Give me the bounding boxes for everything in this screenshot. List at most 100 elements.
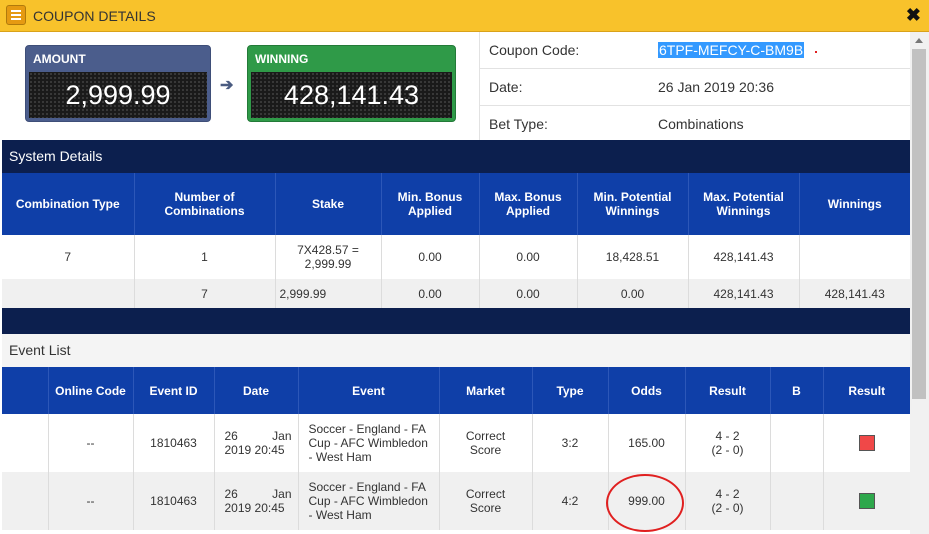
cell: 428,141.43 xyxy=(799,279,910,308)
coupon-code-label: Coupon Code: xyxy=(489,42,580,58)
online-code: -- xyxy=(48,414,134,472)
system-details-header: System Details xyxy=(2,140,910,173)
result: 4 - 2 (2 - 0) xyxy=(685,472,771,530)
list-icon xyxy=(6,5,26,25)
cell: 0.00 xyxy=(479,279,578,308)
cell: 0.00 xyxy=(479,235,578,279)
cell: 0.00 xyxy=(381,279,480,308)
odds: 165.00 xyxy=(608,414,686,472)
system-details-footer xyxy=(2,308,910,334)
date-label: Date: xyxy=(489,79,523,95)
event-list-header: Event List xyxy=(2,334,910,367)
col-event-id: Event ID xyxy=(133,367,215,414)
col-min-potential: Min. Potential Winnings xyxy=(577,173,689,235)
bet-type-value: Combinations xyxy=(658,116,744,132)
event-date: 26 Jan 2019 20:45 xyxy=(214,414,299,472)
col-market: Market xyxy=(439,367,533,414)
col-winnings: Winnings xyxy=(799,173,910,235)
cell xyxy=(799,235,910,279)
cell: 428,141.43 xyxy=(688,235,800,279)
date-rest: 2019 20:45 xyxy=(224,501,285,515)
status-cell xyxy=(823,414,910,472)
col-number-of-combinations: Number of Combinations xyxy=(134,173,276,235)
bet-type-row: Bet Type: Combinations xyxy=(480,106,910,142)
cell: 428,141.43 xyxy=(688,279,800,308)
col-type: Type xyxy=(532,367,609,414)
cell xyxy=(2,414,49,472)
col-event: Event xyxy=(298,367,440,414)
b-cell xyxy=(770,472,824,530)
vertical-scrollbar[interactable] xyxy=(910,32,929,534)
coupon-code-value[interactable]: 6TPF-MEFCY-C-BM9B xyxy=(658,42,805,58)
cell: 18,428.51 xyxy=(577,235,689,279)
cell: 7X428.57 = 2,999.99 xyxy=(275,235,382,279)
cell: 7 xyxy=(2,235,135,279)
cell: 1 xyxy=(134,235,276,279)
bet-type: 4:2 xyxy=(532,472,609,530)
col-online-code: Online Code xyxy=(48,367,134,414)
cell: 0.00 xyxy=(577,279,689,308)
arrow-right-icon: ➔ xyxy=(220,77,234,94)
date-rest: 2019 20:45 xyxy=(224,443,285,457)
date-value: 26 Jan 2019 20:36 xyxy=(658,79,774,95)
cell xyxy=(2,279,135,308)
bet-type: 3:2 xyxy=(532,414,609,472)
system-header-row: Combination Type Number of Combinations … xyxy=(2,173,910,235)
event-row: -- 1810463 26 Jan 2019 20:45 Soccer - En… xyxy=(2,472,910,530)
col-max-potential: Max. Potential Winnings xyxy=(688,173,800,235)
scroll-thumb[interactable] xyxy=(912,49,926,399)
col-b: B xyxy=(770,367,824,414)
result-full: 4 - 2 xyxy=(715,429,740,443)
winning-label: WINNING xyxy=(255,52,309,66)
col-max-bonus: Max. Bonus Applied xyxy=(479,173,578,235)
cell xyxy=(2,472,49,530)
col-stake: Stake xyxy=(275,173,382,235)
status-cell xyxy=(823,472,910,530)
market: Correct Score xyxy=(439,414,533,472)
event-date: 26 Jan 2019 20:45 xyxy=(214,472,299,530)
scroll-up-arrow-icon[interactable] xyxy=(915,38,923,43)
status-lost-icon xyxy=(858,435,875,451)
winning-box: WINNING 428,141.43 xyxy=(247,45,456,122)
event-id: 1810463 xyxy=(133,414,215,472)
cell: 0.00 xyxy=(381,235,480,279)
event-list-table: Online Code Event ID Date Event Market T… xyxy=(2,367,910,530)
result-half: (2 - 0) xyxy=(711,443,744,457)
event-name: Soccer - England - FA Cup - AFC Wimbledo… xyxy=(298,472,440,530)
col-min-bonus: Min. Bonus Applied xyxy=(381,173,480,235)
close-icon[interactable]: ✖ xyxy=(906,5,921,26)
event-id: 1810463 xyxy=(133,472,215,530)
stray-mark xyxy=(815,51,817,53)
date-month: Jan xyxy=(272,429,292,443)
bet-type-label: Bet Type: xyxy=(489,116,548,132)
dialog-title: COUPON DETAILS xyxy=(33,8,156,24)
odds: 999.00 xyxy=(608,472,686,530)
col-odds: Odds xyxy=(608,367,686,414)
b-cell xyxy=(770,414,824,472)
date-row: Date: 26 Jan 2019 20:36 xyxy=(480,69,910,106)
event-name: Soccer - England - FA Cup - AFC Wimbledo… xyxy=(298,414,440,472)
result: 4 - 2 (2 - 0) xyxy=(685,414,771,472)
dialog-titlebar: COUPON DETAILS ✖ xyxy=(0,0,929,32)
status-won-icon xyxy=(858,493,875,509)
coupon-info-table: Coupon Code: 6TPF-MEFCY-C-BM9B Date: 26 … xyxy=(480,32,910,142)
event-row: -- 1810463 26 Jan 2019 20:45 Soccer - En… xyxy=(2,414,910,472)
amount-value: 2,999.99 xyxy=(29,72,207,118)
online-code: -- xyxy=(48,472,134,530)
coupon-code-row: Coupon Code: 6TPF-MEFCY-C-BM9B xyxy=(480,32,910,69)
table-row: 7 2,999.99 0.00 0.00 0.00 428,141.43 428… xyxy=(2,279,910,308)
cell: 7 xyxy=(134,279,276,308)
result-full: 4 - 2 xyxy=(715,487,740,501)
date-day: 26 xyxy=(224,487,238,501)
col-status: Result xyxy=(823,367,910,414)
col-combination-type: Combination Type xyxy=(2,173,135,235)
amount-label: AMOUNT xyxy=(33,52,86,66)
table-row: 7 1 7X428.57 = 2,999.99 0.00 0.00 18,428… xyxy=(2,235,910,279)
system-details-table: Combination Type Number of Combinations … xyxy=(2,173,910,308)
amount-box: AMOUNT 2,999.99 xyxy=(25,45,211,122)
col-result: Result xyxy=(685,367,771,414)
col-date: Date xyxy=(214,367,299,414)
col-blank xyxy=(2,367,49,414)
event-header-row: Online Code Event ID Date Event Market T… xyxy=(2,367,910,414)
cell: 2,999.99 xyxy=(275,279,382,308)
